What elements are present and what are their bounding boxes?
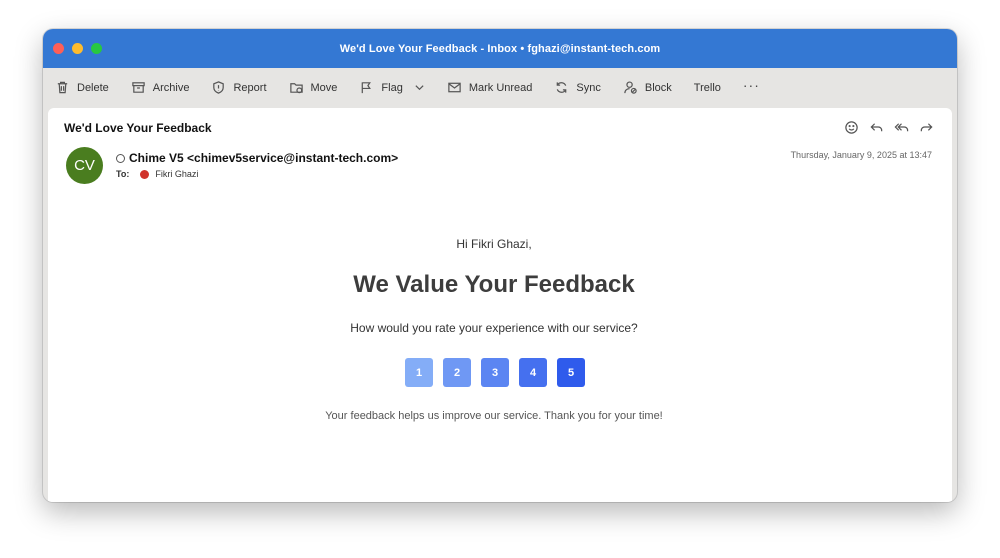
move-button[interactable]: Move [289, 80, 338, 95]
rating-button-1[interactable]: 1 [405, 358, 433, 387]
email-body: Hi Fikri Ghazi, We Value Your Feedback H… [48, 108, 952, 502]
minimize-window-button[interactable] [72, 43, 83, 54]
rating-button-3[interactable]: 3 [481, 358, 509, 387]
flag-label: Flag [381, 81, 403, 94]
move-label: Move [310, 81, 338, 94]
trello-label: Trello [693, 81, 721, 94]
reading-pane: We'd Love Your Feedback CV Chime V5 <chi… [48, 108, 952, 502]
sync-button[interactable]: Sync [554, 80, 601, 95]
mail-window: We'd Love Your Feedback - Inbox • fghazi… [43, 29, 957, 502]
delete-button[interactable]: Delete [55, 80, 109, 95]
report-button[interactable]: Report [211, 80, 267, 95]
thank-you-note: Your feedback helps us improve our servi… [325, 410, 663, 422]
rating-buttons: 1 2 3 4 5 [405, 358, 585, 387]
rating-button-4[interactable]: 4 [519, 358, 547, 387]
report-label: Report [233, 81, 267, 94]
more-icon: ··· [742, 76, 760, 93]
flag-button[interactable]: Flag [359, 80, 424, 95]
title-bar: We'd Love Your Feedback - Inbox • fghazi… [43, 29, 957, 68]
mark-unread-label: Mark Unread [468, 81, 533, 94]
archive-label: Archive [152, 81, 190, 94]
zoom-window-button[interactable] [91, 43, 102, 54]
sync-icon [557, 82, 567, 93]
rating-button-5[interactable]: 5 [557, 358, 585, 387]
more-button[interactable]: ··· [743, 77, 760, 93]
close-window-button[interactable] [53, 43, 64, 54]
rating-button-2[interactable]: 2 [443, 358, 471, 387]
archive-icon [132, 82, 145, 93]
block-button[interactable]: Block [623, 80, 672, 95]
trash-icon [57, 81, 68, 94]
sync-label: Sync [576, 81, 601, 94]
toolbar: Delete Archive Report Move Flag Mark Unr… [43, 68, 957, 107]
delete-label: Delete [77, 81, 109, 94]
flag-icon [362, 82, 372, 94]
greeting: Hi Fikri Ghazi, [456, 237, 532, 251]
feedback-heading: We Value Your Feedback [353, 271, 635, 298]
rating-question: How would you rate your experience with … [350, 321, 638, 335]
window-title: We'd Love Your Feedback - Inbox • fghazi… [339, 42, 661, 55]
chevron-down-icon[interactable] [414, 82, 425, 93]
envelope-icon [448, 82, 461, 93]
block-label: Block [644, 81, 672, 94]
shield-icon [213, 81, 225, 94]
window-controls [53, 43, 102, 54]
trello-button[interactable]: Trello [694, 82, 721, 94]
folder-move-icon [289, 83, 303, 94]
archive-button[interactable]: Archive [131, 80, 190, 95]
mark-unread-button[interactable]: Mark Unread [447, 80, 533, 95]
block-user-icon [624, 81, 637, 94]
